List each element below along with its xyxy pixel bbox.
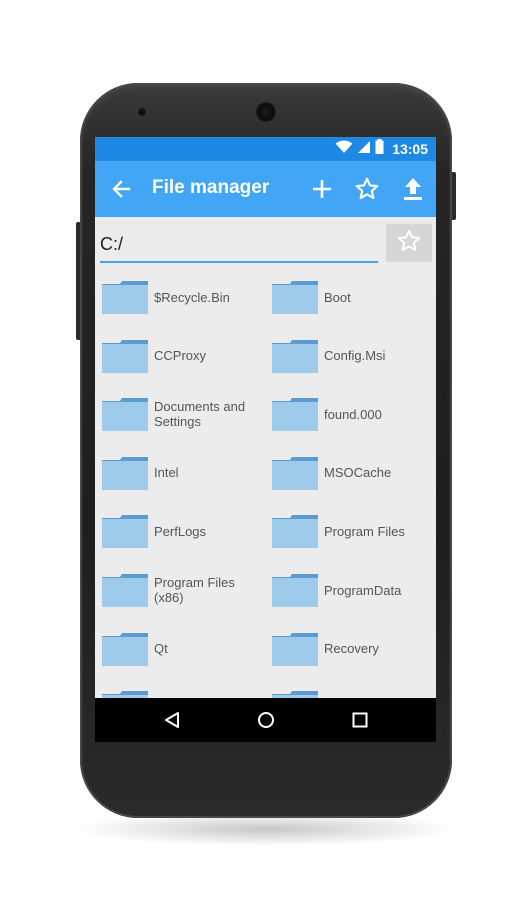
star-outline-icon[interactable]	[351, 173, 383, 205]
path-bar	[95, 217, 436, 267]
back-triangle-icon[interactable]	[157, 706, 187, 734]
folder-name: Program Files	[324, 523, 405, 539]
folder-icon	[272, 514, 318, 549]
folder-name: Intel	[154, 465, 179, 481]
upload-icon[interactable]	[397, 173, 429, 205]
folder-name: ProgramData	[324, 582, 402, 598]
app-bar: File manager	[95, 161, 436, 217]
folder-name: Documents and Settings	[154, 399, 246, 430]
back-arrow-icon[interactable]	[107, 175, 135, 203]
folder-item[interactable]: Config.Msi	[265, 330, 435, 388]
folder-name: MSOCache	[324, 465, 392, 481]
folder-item[interactable]: Program Files	[265, 505, 435, 563]
folder-icon	[102, 573, 148, 607]
folder-name: PerfLogs	[154, 523, 207, 539]
recents-square-icon[interactable]	[345, 706, 375, 734]
folder-icon	[102, 690, 148, 698]
folder-icon	[272, 573, 318, 607]
folder-item[interactable]: Boot	[265, 271, 435, 329]
navigation-bar	[95, 698, 436, 742]
screen: 13:05 File manager $Recycle.Bin Boot CCPro…	[95, 137, 436, 742]
favorite-path-button[interactable]	[386, 224, 432, 262]
folder-icon	[272, 690, 318, 698]
folder-item[interactable]: ProgramData	[265, 564, 435, 622]
folder-icon	[102, 397, 148, 432]
folder-icon	[272, 397, 318, 432]
plus-icon[interactable]	[306, 173, 338, 205]
folder-item[interactable]: PerfLogs	[95, 505, 265, 563]
folder-name: Config.Msi	[324, 348, 386, 364]
folder-icon	[102, 456, 148, 490]
star-outline-icon	[396, 228, 422, 259]
folder-item[interactable]	[95, 681, 265, 698]
folder-item[interactable]: Recovery	[265, 623, 435, 681]
battery-icon	[375, 139, 384, 159]
folder-item[interactable]: CCProxy	[95, 330, 265, 388]
folder-grid: $Recycle.Bin Boot CCProxy Config.Msi Documen…	[95, 271, 436, 698]
home-circle-icon[interactable]	[251, 706, 281, 734]
earpiece-speaker	[256, 102, 276, 122]
folder-item[interactable]: MSOCache	[265, 447, 435, 505]
folder-name: Recovery	[324, 641, 379, 657]
folder-item[interactable]: found.000	[265, 388, 435, 446]
folder-item[interactable]: Intel	[95, 447, 265, 505]
folder-icon	[272, 280, 318, 314]
page-title: File manager	[152, 177, 270, 198]
folder-name: Qt	[154, 641, 168, 657]
front-camera	[138, 108, 146, 116]
folder-name: $Recycle.Bin	[154, 289, 230, 305]
folder-icon	[102, 632, 148, 666]
folder-item[interactable]: Qt	[95, 623, 265, 681]
folder-icon	[272, 456, 318, 490]
status-time: 13:05	[392, 141, 428, 157]
signal-icon	[357, 140, 371, 159]
folder-item[interactable]	[265, 681, 435, 698]
wifi-icon	[335, 140, 353, 159]
folder-icon	[102, 280, 148, 314]
folder-icon	[102, 514, 148, 549]
folder-name: found.000	[324, 406, 382, 422]
path-input[interactable]	[100, 227, 378, 263]
folder-item[interactable]: Program Files (x86)	[95, 564, 265, 622]
folder-name: Boot	[324, 289, 351, 305]
folder-icon	[272, 632, 318, 666]
folder-name: Program Files (x86)	[154, 575, 235, 605]
folder-item[interactable]: $Recycle.Bin	[95, 271, 265, 329]
folder-icon	[102, 339, 148, 373]
status-bar: 13:05	[95, 137, 436, 161]
folder-item[interactable]: Documents and Settings	[95, 388, 265, 446]
folder-icon	[272, 339, 318, 373]
folder-name: CCProxy	[154, 348, 207, 364]
